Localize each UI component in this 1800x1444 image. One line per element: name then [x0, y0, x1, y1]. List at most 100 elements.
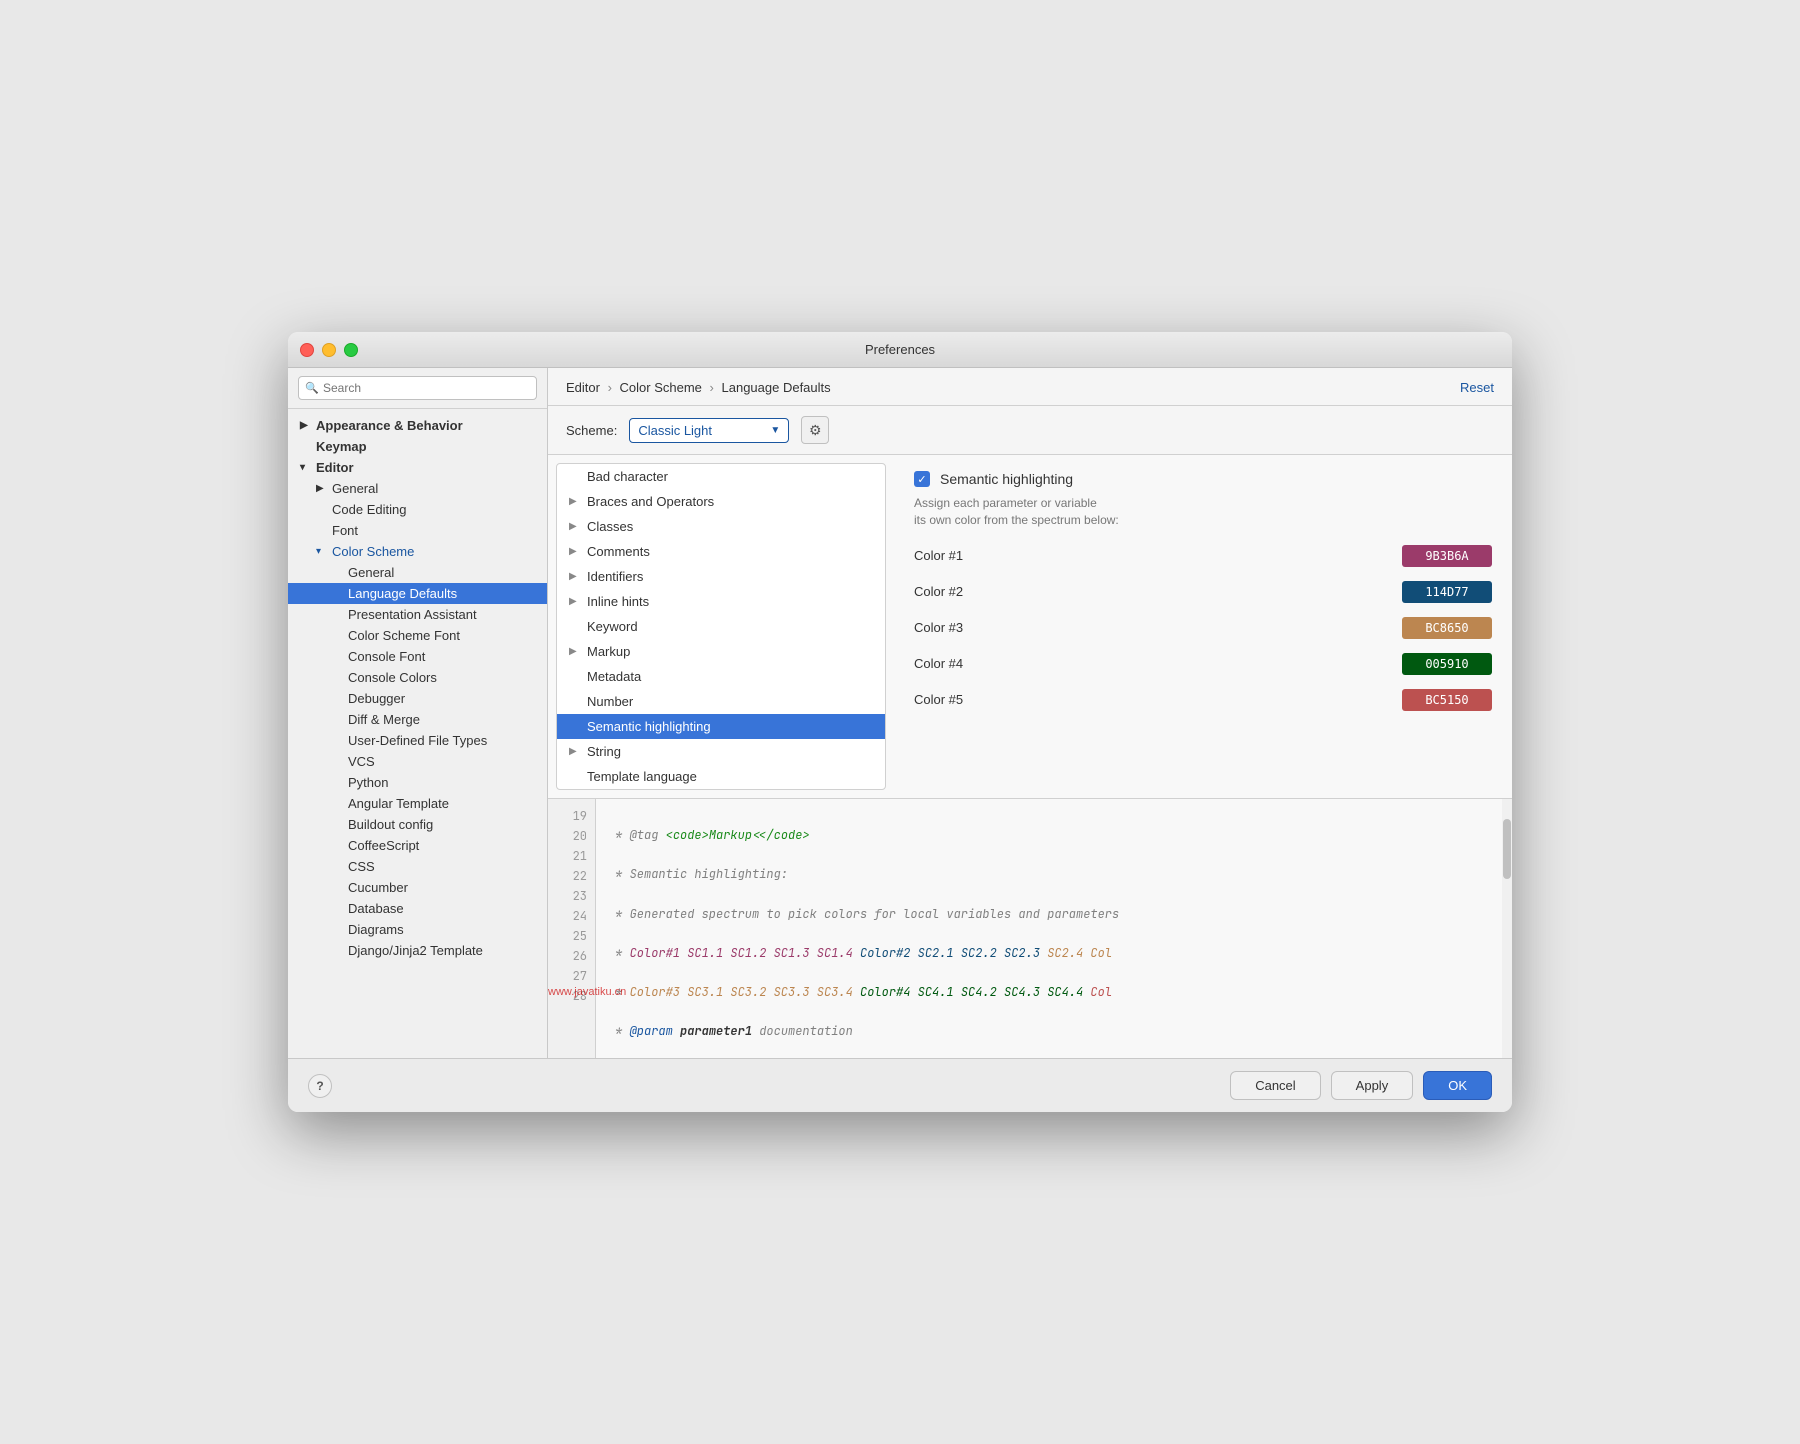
color-swatch-2[interactable]: 114D77 — [1402, 581, 1492, 603]
cat-item-inline-hints[interactable]: ▶ Inline hints — [557, 589, 885, 614]
line-num: 27 — [548, 967, 595, 987]
scrollbar-thumb[interactable] — [1503, 819, 1511, 879]
options-panel: ✓ Semantic highlighting Assign each para… — [894, 455, 1512, 798]
line-num: 19 — [548, 807, 595, 827]
preview-area: 19 20 21 22 23 24 25 26 27 28 * @tag <co… — [548, 798, 1512, 1058]
cat-item-label: Template language — [587, 769, 697, 784]
color-swatch-4[interactable]: 005910 — [1402, 653, 1492, 675]
reset-button[interactable]: Reset — [1460, 380, 1494, 395]
cat-item-template-language[interactable]: Template language — [557, 764, 885, 789]
cat-item-string[interactable]: ▶ String — [557, 739, 885, 764]
color-label-5: Color #5 — [914, 692, 963, 707]
sidebar-item-vcs[interactable]: VCS — [288, 751, 547, 772]
sidebar-item-user-defined[interactable]: User-Defined File Types — [288, 730, 547, 751]
sidebar-item-python[interactable]: Python — [288, 772, 547, 793]
sidebar-item-coffeescript[interactable]: CoffeeScript — [288, 835, 547, 856]
chevron-icon: ▶ — [569, 571, 581, 582]
line-numbers: 19 20 21 22 23 24 25 26 27 28 — [548, 799, 596, 1058]
cancel-button[interactable]: Cancel — [1230, 1071, 1320, 1100]
sidebar-item-language-defaults[interactable]: Language Defaults — [288, 583, 547, 604]
color-swatch-5[interactable]: BC5150 — [1402, 689, 1492, 711]
sidebar-item-css[interactable]: CSS — [288, 856, 547, 877]
sidebar-item-keymap[interactable]: Keymap — [288, 436, 547, 457]
bottom-bar: ? Cancel Apply OK — [288, 1058, 1512, 1112]
chevron-icon: ▶ — [569, 546, 581, 557]
sidebar-item-angular-template[interactable]: Angular Template — [288, 793, 547, 814]
cat-item-label: Bad character — [587, 469, 668, 484]
search-wrapper: 🔍 — [298, 376, 537, 400]
sidebar-item-color-scheme[interactable]: ▾ Color Scheme — [288, 541, 547, 562]
cat-item-identifiers[interactable]: ▶ Identifiers — [557, 564, 885, 589]
cat-item-number[interactable]: Number — [557, 689, 885, 714]
breadcrumb-color-scheme: Color Scheme — [620, 380, 702, 395]
sidebar-item-code-editing[interactable]: Code Editing — [288, 499, 547, 520]
apply-button[interactable]: Apply — [1331, 1071, 1414, 1100]
help-button[interactable]: ? — [308, 1074, 332, 1098]
chevron-icon: ▶ — [316, 483, 328, 494]
ok-button[interactable]: OK — [1423, 1071, 1492, 1100]
sidebar-item-debugger[interactable]: Debugger — [288, 688, 547, 709]
color-swatch-3[interactable]: BC8650 — [1402, 617, 1492, 639]
cat-item-keyword[interactable]: Keyword — [557, 614, 885, 639]
cat-item-bad-character[interactable]: Bad character — [557, 464, 885, 489]
search-input[interactable] — [298, 376, 537, 400]
sidebar-item-font[interactable]: Font — [288, 520, 547, 541]
sidebar-item-django-template[interactable]: Django/Jinja2 Template — [288, 940, 547, 961]
color-swatch-1[interactable]: 9B3B6A — [1402, 545, 1492, 567]
chevron-icon: ▶ — [569, 521, 581, 532]
chevron-down-icon: ▾ — [316, 546, 328, 557]
line-num: 20 — [548, 827, 595, 847]
sidebar-item-label: CoffeeScript — [348, 838, 419, 853]
sidebar-item-editor[interactable]: ▾ Editor — [288, 457, 547, 478]
sidebar-item-console-font[interactable]: Console Font — [288, 646, 547, 667]
scrollbar-track — [1502, 799, 1512, 1058]
cat-item-label: Comments — [587, 544, 650, 559]
sidebar-item-label: Django/Jinja2 Template — [348, 943, 483, 958]
maximize-button[interactable] — [344, 343, 358, 357]
sidebar-item-diff-merge[interactable]: Diff & Merge — [288, 709, 547, 730]
sidebar-item-label: Debugger — [348, 691, 405, 706]
right-panel: Editor › Color Scheme › Language Default… — [548, 368, 1512, 1058]
traffic-lights — [300, 343, 358, 357]
sidebar-item-label: Console Colors — [348, 670, 437, 685]
chevron-icon: ▶ — [569, 646, 581, 657]
sidebar-item-cucumber[interactable]: Cucumber — [288, 877, 547, 898]
breadcrumb-language-defaults: Language Defaults — [722, 380, 831, 395]
scheme-value: Classic Light — [638, 423, 762, 438]
gear-button[interactable]: ⚙ — [801, 416, 829, 444]
sidebar-item-console-colors[interactable]: Console Colors — [288, 667, 547, 688]
sidebar-item-label: Python — [348, 775, 388, 790]
breadcrumb-separator-2: › — [710, 380, 718, 395]
sidebar-item-label: Diagrams — [348, 922, 404, 937]
color-label-2: Color #2 — [914, 584, 963, 599]
close-button[interactable] — [300, 343, 314, 357]
code-line-19: * @tag <code>Markup<</code> — [608, 826, 1500, 846]
sidebar-item-label: CSS — [348, 859, 375, 874]
cat-item-label: Keyword — [587, 619, 638, 634]
chevron-icon: ▶ — [569, 746, 581, 757]
scheme-dropdown[interactable]: Classic Light ▼ — [629, 418, 789, 443]
sidebar-item-label: Buildout config — [348, 817, 433, 832]
cat-item-semantic-highlighting[interactable]: Semantic highlighting — [557, 714, 885, 739]
breadcrumb-separator-1: › — [608, 380, 616, 395]
cat-item-braces-operators[interactable]: ▶ Braces and Operators — [557, 489, 885, 514]
sidebar-item-cs-general[interactable]: General — [288, 562, 547, 583]
cat-item-label: Inline hints — [587, 594, 649, 609]
semantic-highlighting-checkbox[interactable]: ✓ — [914, 471, 930, 487]
sidebar-item-general[interactable]: ▶ General — [288, 478, 547, 499]
chevron-icon: ▶ — [300, 420, 312, 431]
sidebar-item-appearance[interactable]: ▶ Appearance & Behavior — [288, 415, 547, 436]
cat-item-comments[interactable]: ▶ Comments — [557, 539, 885, 564]
sidebar-item-color-scheme-font[interactable]: Color Scheme Font — [288, 625, 547, 646]
cat-item-markup[interactable]: ▶ Markup — [557, 639, 885, 664]
sidebar-item-label: Language Defaults — [348, 586, 457, 601]
cat-item-classes[interactable]: ▶ Classes — [557, 514, 885, 539]
sidebar-item-buildout-config[interactable]: Buildout config — [288, 814, 547, 835]
cat-item-metadata[interactable]: Metadata — [557, 664, 885, 689]
minimize-button[interactable] — [322, 343, 336, 357]
sidebar-item-label: Color Scheme Font — [348, 628, 460, 643]
sidebar-item-presentation-assistant[interactable]: Presentation Assistant — [288, 604, 547, 625]
preview-inner: 19 20 21 22 23 24 25 26 27 28 * @tag <co… — [548, 799, 1512, 1058]
sidebar-item-database[interactable]: Database — [288, 898, 547, 919]
sidebar-item-diagrams[interactable]: Diagrams — [288, 919, 547, 940]
